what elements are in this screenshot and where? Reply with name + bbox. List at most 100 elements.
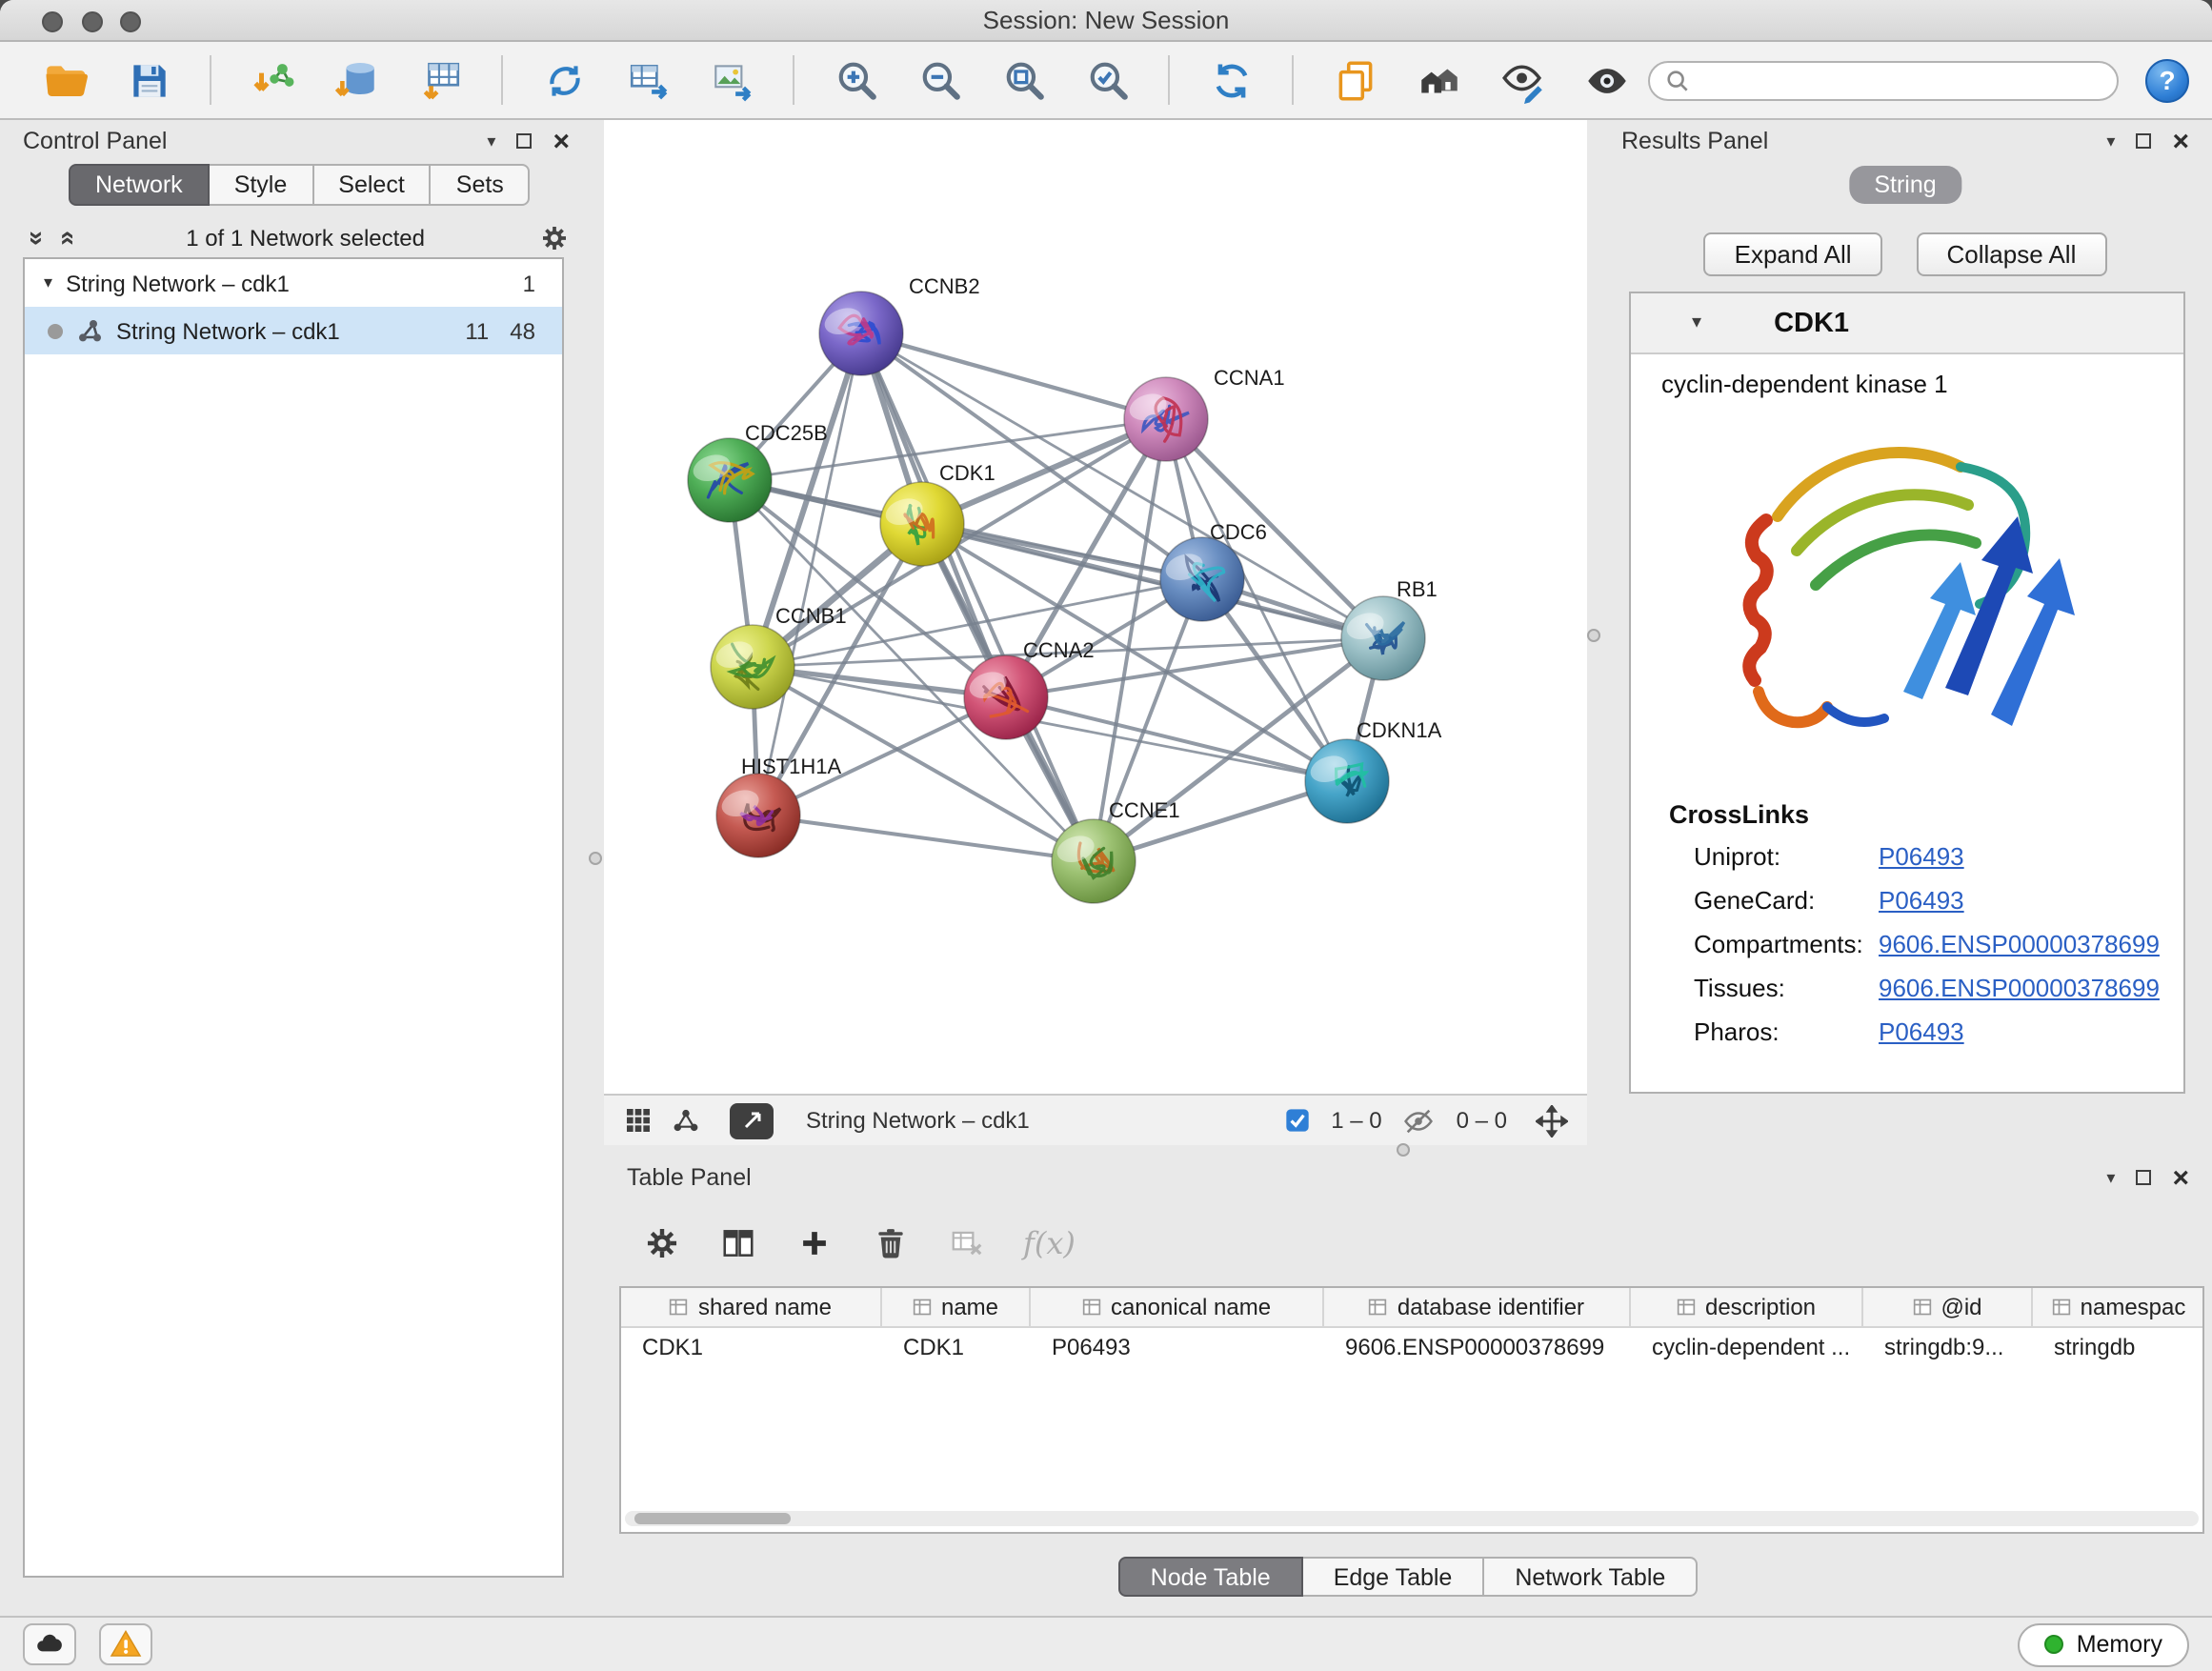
crosslink-value-link[interactable]: 9606.ENSP00000378699 [1879,974,2160,1002]
node-HIST1H1A[interactable]: HIST1H1A [716,755,841,857]
export-network-button[interactable] [619,51,676,109]
string-tab-badge[interactable]: String [1849,166,1961,204]
cloud-status-button[interactable] [23,1623,76,1665]
search-field[interactable] [1648,60,2119,100]
copy-button[interactable] [1326,51,1383,109]
selected-checkbox-icon[interactable] [1283,1107,1310,1134]
add-column-button[interactable] [794,1222,835,1262]
open-session-button[interactable] [36,51,93,109]
table-tab-node-table[interactable]: Node Table [1118,1557,1303,1597]
table-cell[interactable]: stringdb [2033,1328,2204,1368]
vertical-splitter-handle[interactable] [1587,629,1600,642]
close-window-button[interactable] [42,10,63,31]
tab-style[interactable]: Style [210,164,314,206]
column-header-shared-name[interactable]: shared name [621,1288,882,1326]
new-network-button[interactable] [535,51,593,109]
open-in-window-button[interactable] [730,1102,774,1138]
table-cell[interactable]: stringdb:9... [1863,1328,2033,1368]
maximize-window-button[interactable] [120,10,141,31]
table-cell[interactable]: 9606.ENSP00000378699 [1324,1328,1631,1368]
edge-CCNB2-CCNA1[interactable] [861,333,1166,419]
vertical-splitter-handle[interactable] [589,852,602,865]
delete-column-button[interactable] [871,1222,911,1262]
hidden-eye-slash-icon[interactable] [1403,1104,1436,1137]
crosslink-value-link[interactable]: P06493 [1879,1017,1964,1046]
import-network-database-button[interactable] [328,51,385,109]
table-cell[interactable]: P06493 [1031,1328,1324,1368]
float-panel-icon[interactable] [2136,133,2151,149]
collapse-all-button[interactable]: Collapse All [1917,232,2107,276]
gene-header[interactable]: ▾ CDK1 [1631,293,2183,354]
zoom-in-button[interactable] [827,51,884,109]
table-tab-network-table[interactable]: Network Table [1484,1557,1698,1597]
first-neighbors-button[interactable] [1410,51,1467,109]
birds-eye-grid-icon[interactable] [623,1105,654,1136]
float-panel-icon[interactable] [516,133,532,149]
zoom-selected-button[interactable] [1078,51,1136,109]
expand-all-networks-icon[interactable]: » [25,230,51,245]
column-header-canonical-name[interactable]: canonical name [1031,1288,1324,1326]
export-image-button[interactable] [703,51,760,109]
crosslink-value-link[interactable]: P06493 [1879,842,1964,871]
node-RB1[interactable]: RB1 [1341,577,1438,680]
memory-button[interactable]: Memory [2018,1622,2189,1666]
table-cell[interactable]: cyclin-dependent ... [1631,1328,1863,1368]
node-CDKN1A[interactable]: CDKN1A [1305,718,1442,823]
search-input[interactable] [1699,67,2101,93]
edge-CCNB2-HIST1H1A[interactable] [758,333,861,815]
tab-select[interactable]: Select [313,164,432,206]
collapse-triangle-icon[interactable]: ▾ [44,272,52,293]
network-options-gear-icon[interactable] [539,222,570,252]
function-builder-button[interactable]: f(x) [1023,1222,1076,1262]
horizontal-splitter-handle[interactable] [1397,1143,1410,1157]
crosslink-value-link[interactable]: 9606.ENSP00000378699 [1879,930,2160,958]
warnings-button[interactable] [99,1623,152,1665]
crosslink-value-link[interactable]: P06493 [1879,886,1964,915]
column-header-name[interactable]: name [882,1288,1031,1326]
delete-table-button[interactable] [947,1222,987,1262]
node-CCNA1[interactable]: CCNA1 [1124,366,1285,461]
help-button[interactable]: ? [2145,58,2189,102]
float-panel-icon[interactable] [2136,1170,2151,1185]
edge-CCNB2-CCNE1[interactable] [861,333,1094,861]
network-collection-row[interactable]: ▾ String Network – cdk1 1 [25,259,562,307]
table-cell[interactable]: CDK1 [621,1328,882,1368]
scrollbar-thumb[interactable] [634,1513,791,1524]
panel-menu-icon[interactable]: ▾ [487,132,495,150]
import-network-file-button[interactable] [244,51,301,109]
panel-menu-icon[interactable]: ▾ [2106,132,2115,150]
network-canvas[interactable]: CCNB2CCNA1CDC25BCDK1CDC6RB1CCNB1CCNA2CDK… [604,120,1587,1094]
edge-HIST1H1A-CCNE1[interactable] [758,815,1094,861]
share-network-icon[interactable] [671,1105,701,1136]
column-header-@id[interactable]: @id [1863,1288,2033,1326]
minimize-window-button[interactable] [81,10,102,31]
horizontal-scrollbar[interactable] [625,1511,2199,1526]
node-CDK1[interactable]: CDK1 [880,461,995,566]
collapse-all-networks-icon[interactable]: » [50,230,77,245]
show-graphics-button[interactable] [1578,51,1635,109]
table-cell[interactable]: CDK1 [882,1328,1031,1368]
column-header-database-identifier[interactable]: database identifier [1324,1288,1631,1326]
panel-menu-icon[interactable]: ▾ [2106,1169,2115,1186]
expand-all-button[interactable]: Expand All [1704,232,1882,276]
table-tab-edge-table[interactable]: Edge Table [1303,1557,1485,1597]
table-settings-button[interactable] [642,1222,682,1262]
pan-crosshair-icon[interactable] [1536,1104,1568,1137]
network-row-selected[interactable]: String Network – cdk1 11 48 [25,307,562,354]
tab-network[interactable]: Network [69,164,210,206]
column-header-namespac[interactable]: namespac [2033,1288,2204,1326]
close-panel-icon[interactable]: × [553,127,570,155]
import-table-button[interactable] [412,51,469,109]
zoom-fit-button[interactable] [995,51,1052,109]
zoom-out-button[interactable] [911,51,968,109]
annotation-mode-button[interactable] [1494,51,1551,109]
table-row[interactable]: CDK1CDK1P064939606.ENSP00000378699cyclin… [621,1328,2202,1368]
close-panel-icon[interactable]: × [2172,127,2189,155]
column-header-description[interactable]: description [1631,1288,1863,1326]
refresh-button[interactable] [1202,51,1259,109]
show-columns-button[interactable] [718,1222,758,1262]
tab-sets[interactable]: Sets [432,164,531,206]
collapse-gene-icon[interactable]: ▾ [1692,313,1701,332]
close-panel-icon[interactable]: × [2172,1163,2189,1192]
save-session-button[interactable] [120,51,177,109]
